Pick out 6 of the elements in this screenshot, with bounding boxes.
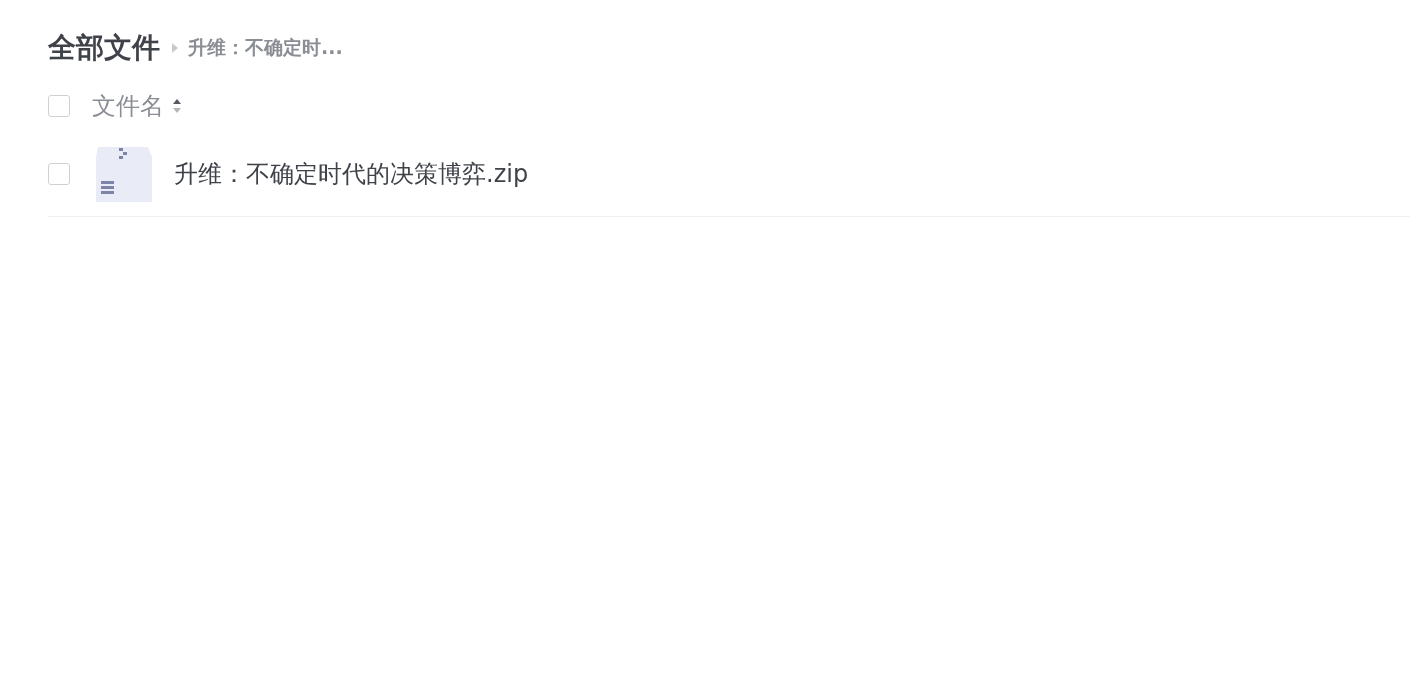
select-all-checkbox[interactable] (48, 95, 70, 117)
file-name[interactable]: 升维：不确定时代的决策博弈.zip (174, 158, 529, 190)
zip-file-icon (94, 145, 152, 203)
file-checkbox[interactable] (48, 163, 70, 185)
breadcrumb-arrow-icon (172, 43, 178, 53)
breadcrumb-root[interactable]: 全部文件 (48, 29, 160, 67)
